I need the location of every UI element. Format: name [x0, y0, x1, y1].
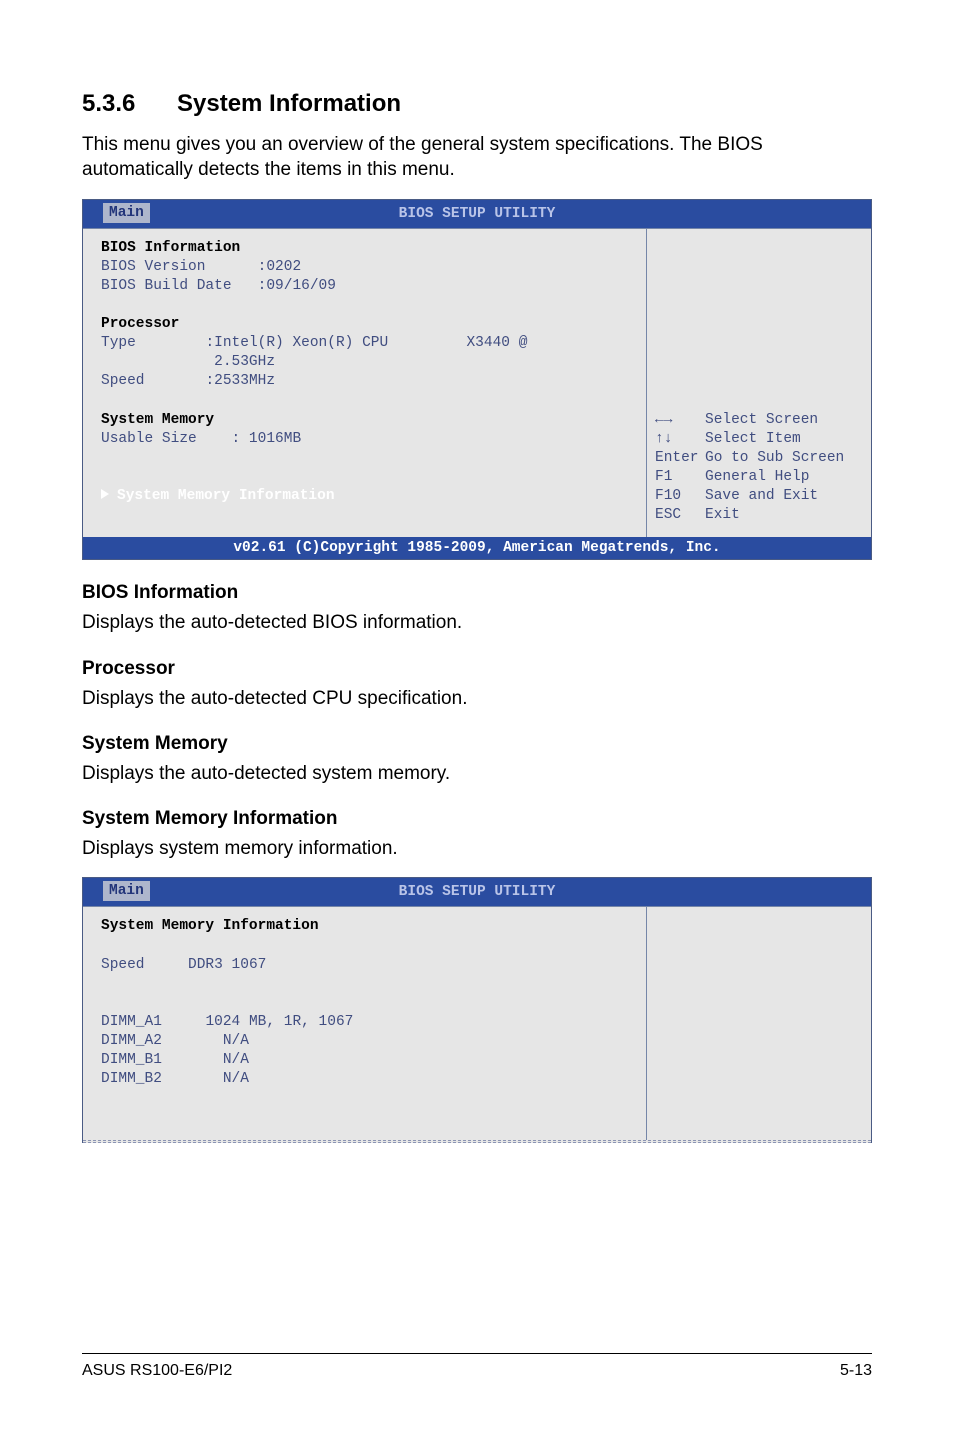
- dimm-a1-value: 1024 MB, 1R, 1067: [205, 1014, 353, 1030]
- help-val-sub-screen: Go to Sub Screen: [705, 450, 844, 466]
- footer-left: ASUS RS100-E6/PI2: [82, 1362, 232, 1380]
- system-memory-info-heading: System Memory Information: [82, 808, 872, 830]
- bios-information-text: Displays the auto-detected BIOS informat…: [82, 610, 872, 635]
- dimm-b1-value: N/A: [223, 1052, 249, 1068]
- bios-title-bar: Main BIOS SETUP UTILITY: [83, 200, 871, 228]
- help-key-ud: ↑↓: [655, 430, 705, 449]
- help-val-save-exit: Save and Exit: [705, 488, 818, 504]
- mem-speed-value: DDR3 1067: [188, 957, 266, 973]
- proc-type-label: Type: [101, 335, 136, 351]
- help-val-exit: Exit: [705, 507, 740, 523]
- bios-main-panel-2: System Memory Information Speed DDR3 106…: [83, 906, 646, 1139]
- system-memory-info-submenu[interactable]: System Memory Information: [117, 488, 335, 504]
- dimm-a1-label: DIMM_A1: [101, 1014, 162, 1030]
- proc-speed-label: Speed: [101, 373, 145, 389]
- help-val-general-help: General Help: [705, 469, 809, 485]
- processor-header: Processor: [101, 316, 179, 332]
- bios-setup-title-2: BIOS SETUP UTILITY: [399, 884, 556, 900]
- help-key-enter: Enter: [655, 449, 705, 468]
- footer-page-number: 5-13: [840, 1362, 872, 1380]
- usable-size-value: : 1016MB: [232, 431, 302, 447]
- bios-date-label: BIOS Build Date: [101, 278, 232, 294]
- bios-setup-title: BIOS SETUP UTILITY: [399, 206, 556, 222]
- dimm-b2-value: N/A: [223, 1071, 249, 1087]
- page-footer: ASUS RS100-E6/PI2 5-13: [0, 1353, 954, 1380]
- usable-size-label: Usable Size: [101, 431, 197, 447]
- bios-help-panel-2: [646, 906, 871, 1139]
- system-memory-info-text: Displays system memory information.: [82, 836, 872, 861]
- dashed-bottom-border: [83, 1140, 871, 1143]
- help-key-f1: F1: [655, 468, 705, 487]
- submenu-arrow-icon: [101, 489, 109, 499]
- processor-heading: Processor: [82, 658, 872, 680]
- section-title: System Information: [177, 90, 401, 117]
- page-content: 5.3.6System Information This menu gives …: [0, 0, 954, 1205]
- dimm-a2-value: N/A: [223, 1033, 249, 1049]
- bios-info-header: BIOS Information: [101, 240, 240, 256]
- bios-screen-2: Main BIOS SETUP UTILITY System Memory In…: [82, 877, 872, 1142]
- processor-text: Displays the auto-detected CPU specifica…: [82, 686, 872, 711]
- bios-main-panel: BIOS Information BIOS Version :0202 BIOS…: [83, 228, 646, 538]
- help-key-f10: F10: [655, 487, 705, 506]
- dimm-b1-label: DIMM_B1: [101, 1052, 162, 1068]
- bios-title-bar-2: Main BIOS SETUP UTILITY: [83, 878, 871, 906]
- proc-speed-value: :2533MHz: [205, 373, 275, 389]
- proc-type-value-2: 2.53GHz: [214, 354, 275, 370]
- sys-mem-info-header: System Memory Information: [101, 918, 319, 934]
- bios-screen-1: Main BIOS SETUP UTILITY BIOS Information…: [82, 199, 872, 561]
- bios-version-label: BIOS Version: [101, 259, 205, 275]
- bios-tab-main[interactable]: Main: [103, 203, 150, 223]
- system-memory-header: System Memory: [101, 412, 214, 428]
- bios-tab-main-2[interactable]: Main: [103, 881, 150, 901]
- bios-date-value: :09/16/09: [258, 278, 336, 294]
- help-key-esc: ESC: [655, 506, 705, 525]
- intro-paragraph: This menu gives you an overview of the g…: [82, 132, 872, 183]
- mem-speed-label: Speed: [101, 957, 145, 973]
- bios-help-panel: ←→Select Screen ↑↓Select Item EnterGo to…: [646, 228, 871, 538]
- proc-type-value: :Intel(R) Xeon(R) CPU X3440 @: [205, 335, 527, 351]
- system-memory-text: Displays the auto-detected system memory…: [82, 761, 872, 786]
- bios-version-value: :0202: [258, 259, 302, 275]
- help-val-select-item: Select Item: [705, 431, 801, 447]
- bios-information-heading: BIOS Information: [82, 582, 872, 604]
- section-heading: 5.3.6System Information: [82, 90, 872, 118]
- dimm-b2-label: DIMM_B2: [101, 1071, 162, 1087]
- system-memory-heading: System Memory: [82, 733, 872, 755]
- help-val-select-screen: Select Screen: [705, 412, 818, 428]
- help-key-lr: ←→: [655, 411, 705, 430]
- bios-copyright-footer: v02.61 (C)Copyright 1985-2009, American …: [83, 537, 871, 559]
- dimm-a2-label: DIMM_A2: [101, 1033, 162, 1049]
- section-number: 5.3.6: [82, 90, 177, 118]
